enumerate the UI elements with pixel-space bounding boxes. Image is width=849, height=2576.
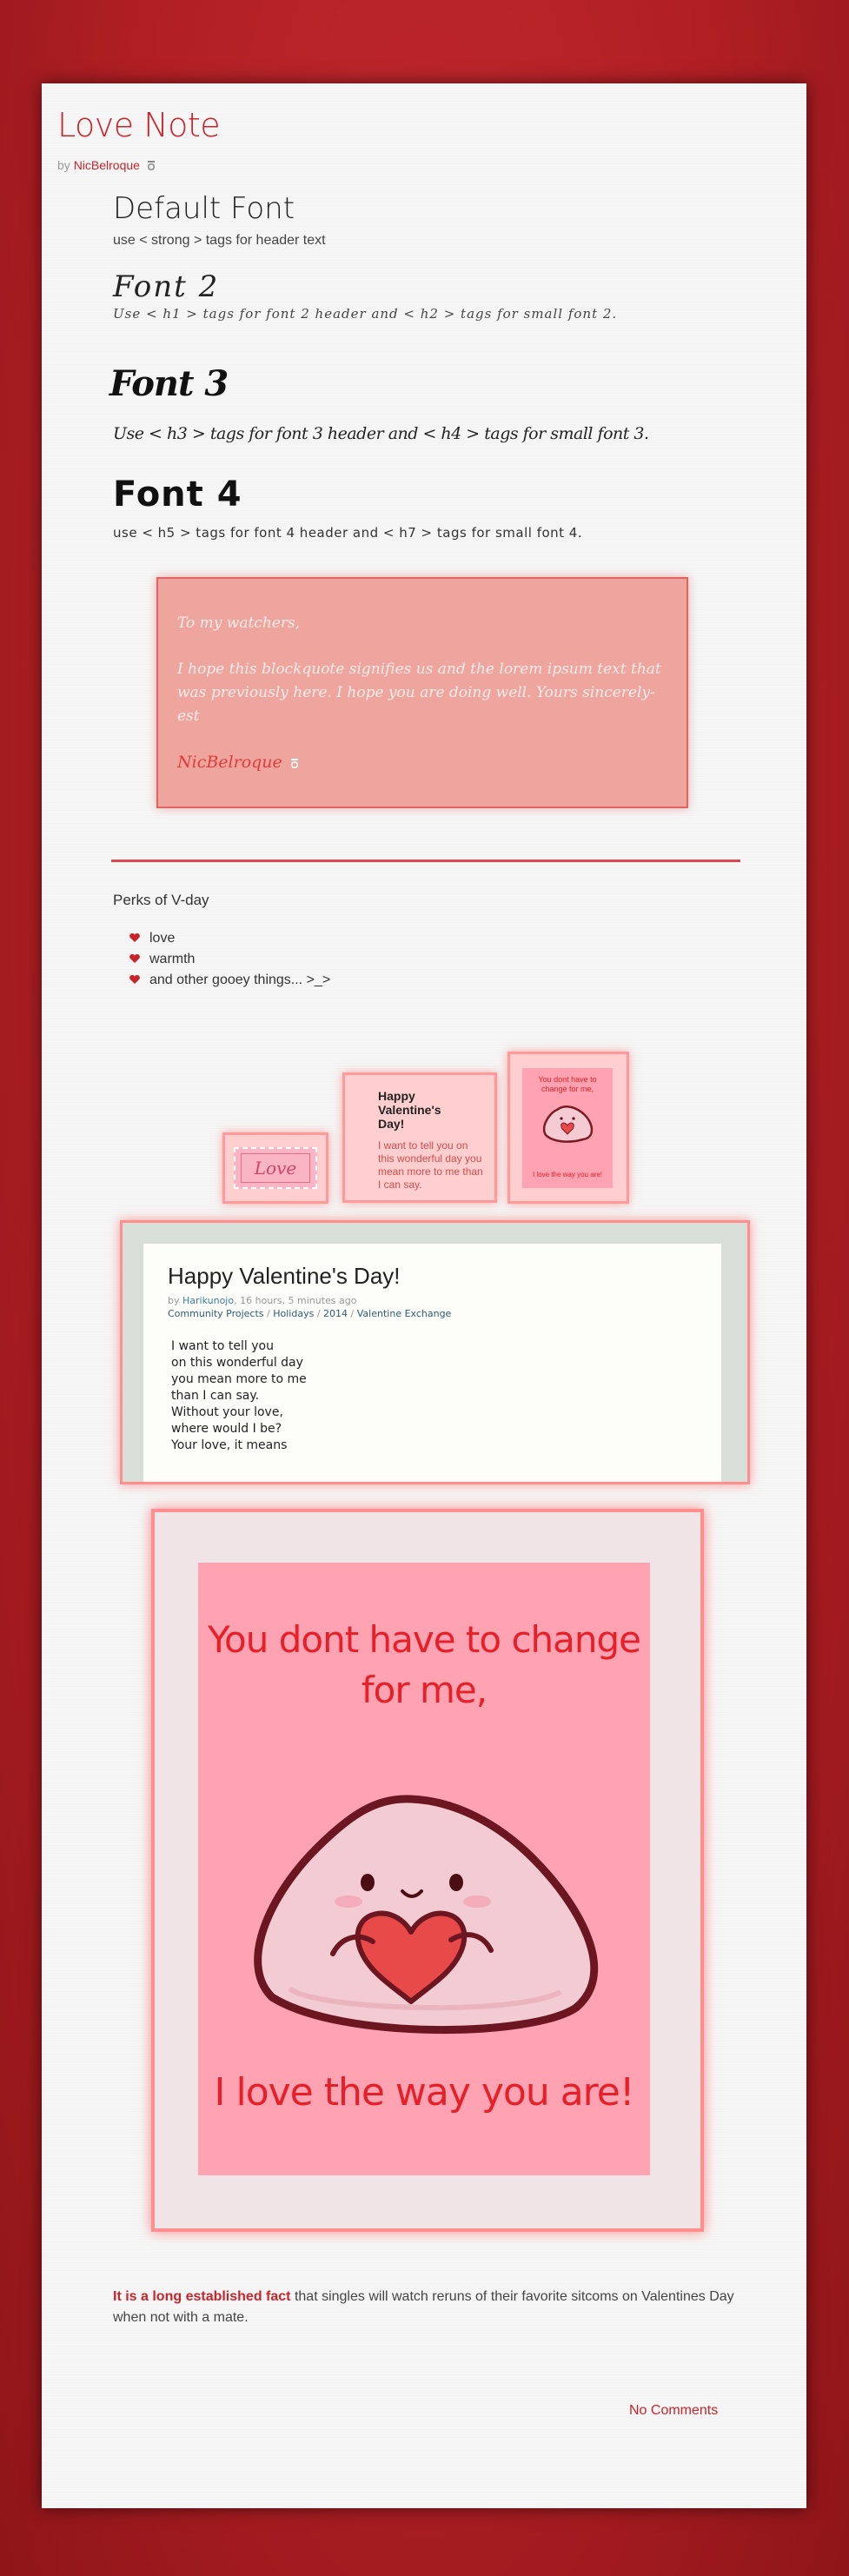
preview-meta: by Harikunojo, 16 hours, 5 minutes ago	[168, 1295, 357, 1306]
heart-icon	[129, 933, 140, 942]
default-font-text: use < strong > tags for header text	[113, 233, 326, 248]
glyph-icon	[147, 161, 155, 170]
byline: by NicBelroque	[57, 158, 156, 172]
big-valentine-image[interactable]: You dont have to change for me, I love t…	[151, 1509, 704, 2232]
mochi-icon	[542, 1105, 594, 1143]
mochi-heart-icon	[254, 1795, 599, 2034]
blockquote: To my watchers, I hope this blockquote s…	[156, 577, 688, 808]
divider	[111, 860, 740, 862]
card-top-text: You dont have to change for me,	[207, 1618, 641, 1711]
card-bottom-text: I love the way you are!	[214, 2070, 635, 2115]
footer-paragraph: It is a long established fact that singl…	[113, 2287, 756, 2328]
glyph-icon	[291, 759, 299, 768]
font3-text: Use < h3 > tags for font 3 header and < …	[113, 424, 649, 443]
mini-bottom-text: I love the way you are!	[532, 1171, 603, 1178]
preview-title[interactable]: Happy Valentine's Day!	[168, 1263, 697, 1290]
heart-icon	[129, 974, 140, 984]
card-title: Happy Valentine's Day!	[378, 1089, 441, 1131]
quote-signature[interactable]: NicBelroque	[177, 753, 282, 772]
font2-header: Font 2	[113, 269, 220, 304]
thumbnail-mochi-card[interactable]: You dont have to change for me, I love t…	[507, 1052, 629, 1204]
font3-header: Font 3	[109, 363, 229, 404]
thumbnail-poem-card[interactable]: Happy Valentine's Day! I want to tell yo…	[342, 1072, 497, 1203]
font4-header: Font 4	[113, 475, 242, 515]
font2-text: Use < h1 > tags for font 2 header and < …	[113, 306, 618, 322]
quote-body: I hope this blockquote signifies us and …	[177, 661, 661, 725]
list-item: love	[129, 928, 330, 949]
default-font-header: Default Font	[113, 191, 295, 226]
mini-top-text: You dont have to change for me,	[538, 1075, 597, 1093]
preview-author-link[interactable]: Harikunojo	[182, 1295, 234, 1306]
mini-card: You dont have to change for me, I love t…	[522, 1068, 613, 1188]
footer-lead: It is a long established fact	[113, 2289, 291, 2304]
post-title[interactable]: Love Note	[57, 106, 221, 144]
breadcrumb-item[interactable]: Community Projects	[168, 1308, 264, 1319]
breadcrumb: Community Projects / Holidays / 2014 / V…	[168, 1308, 452, 1319]
breadcrumb-item[interactable]: Holidays	[273, 1308, 314, 1319]
byline-prefix: by	[57, 158, 70, 172]
breadcrumb-item[interactable]: 2014	[323, 1308, 348, 1319]
preview-body: I want to tell you on this wonderful day…	[171, 1339, 307, 1452]
stamp-text: Love	[241, 1153, 310, 1183]
list-item: and other gooey things... >_>	[129, 970, 330, 991]
author-link[interactable]: NicBelroque	[74, 158, 140, 172]
comments-link[interactable]: No Comments	[629, 2403, 718, 2419]
preview-time: 16 hours, 5 minutes ago	[240, 1295, 357, 1306]
valentine-card: You dont have to change for me, I love t…	[198, 1563, 650, 2175]
heart-icon	[129, 953, 140, 963]
perks-title: Perks of V-day	[113, 892, 209, 908]
font4-text: use < h5 > tags for font 4 header and < …	[113, 525, 583, 541]
perks-list: love warmth and other gooey things... >_…	[129, 928, 330, 991]
preview-content: Happy Valentine's Day! by Harikunojo, 16…	[143, 1244, 721, 1482]
post-page: Love Note by NicBelroque Default Font us…	[42, 83, 806, 2508]
breadcrumb-item[interactable]: Valentine Exchange	[357, 1308, 452, 1319]
list-item: warmth	[129, 949, 330, 970]
deviation-preview[interactable]: Happy Valentine's Day! by Harikunojo, 16…	[120, 1220, 750, 1484]
quote-greeting: To my watchers,	[177, 614, 301, 632]
card-text: I want to tell you on this wonderful day…	[378, 1139, 483, 1191]
stamp: Love	[234, 1147, 317, 1189]
thumbnail-love-stamp[interactable]: Love	[222, 1132, 328, 1204]
